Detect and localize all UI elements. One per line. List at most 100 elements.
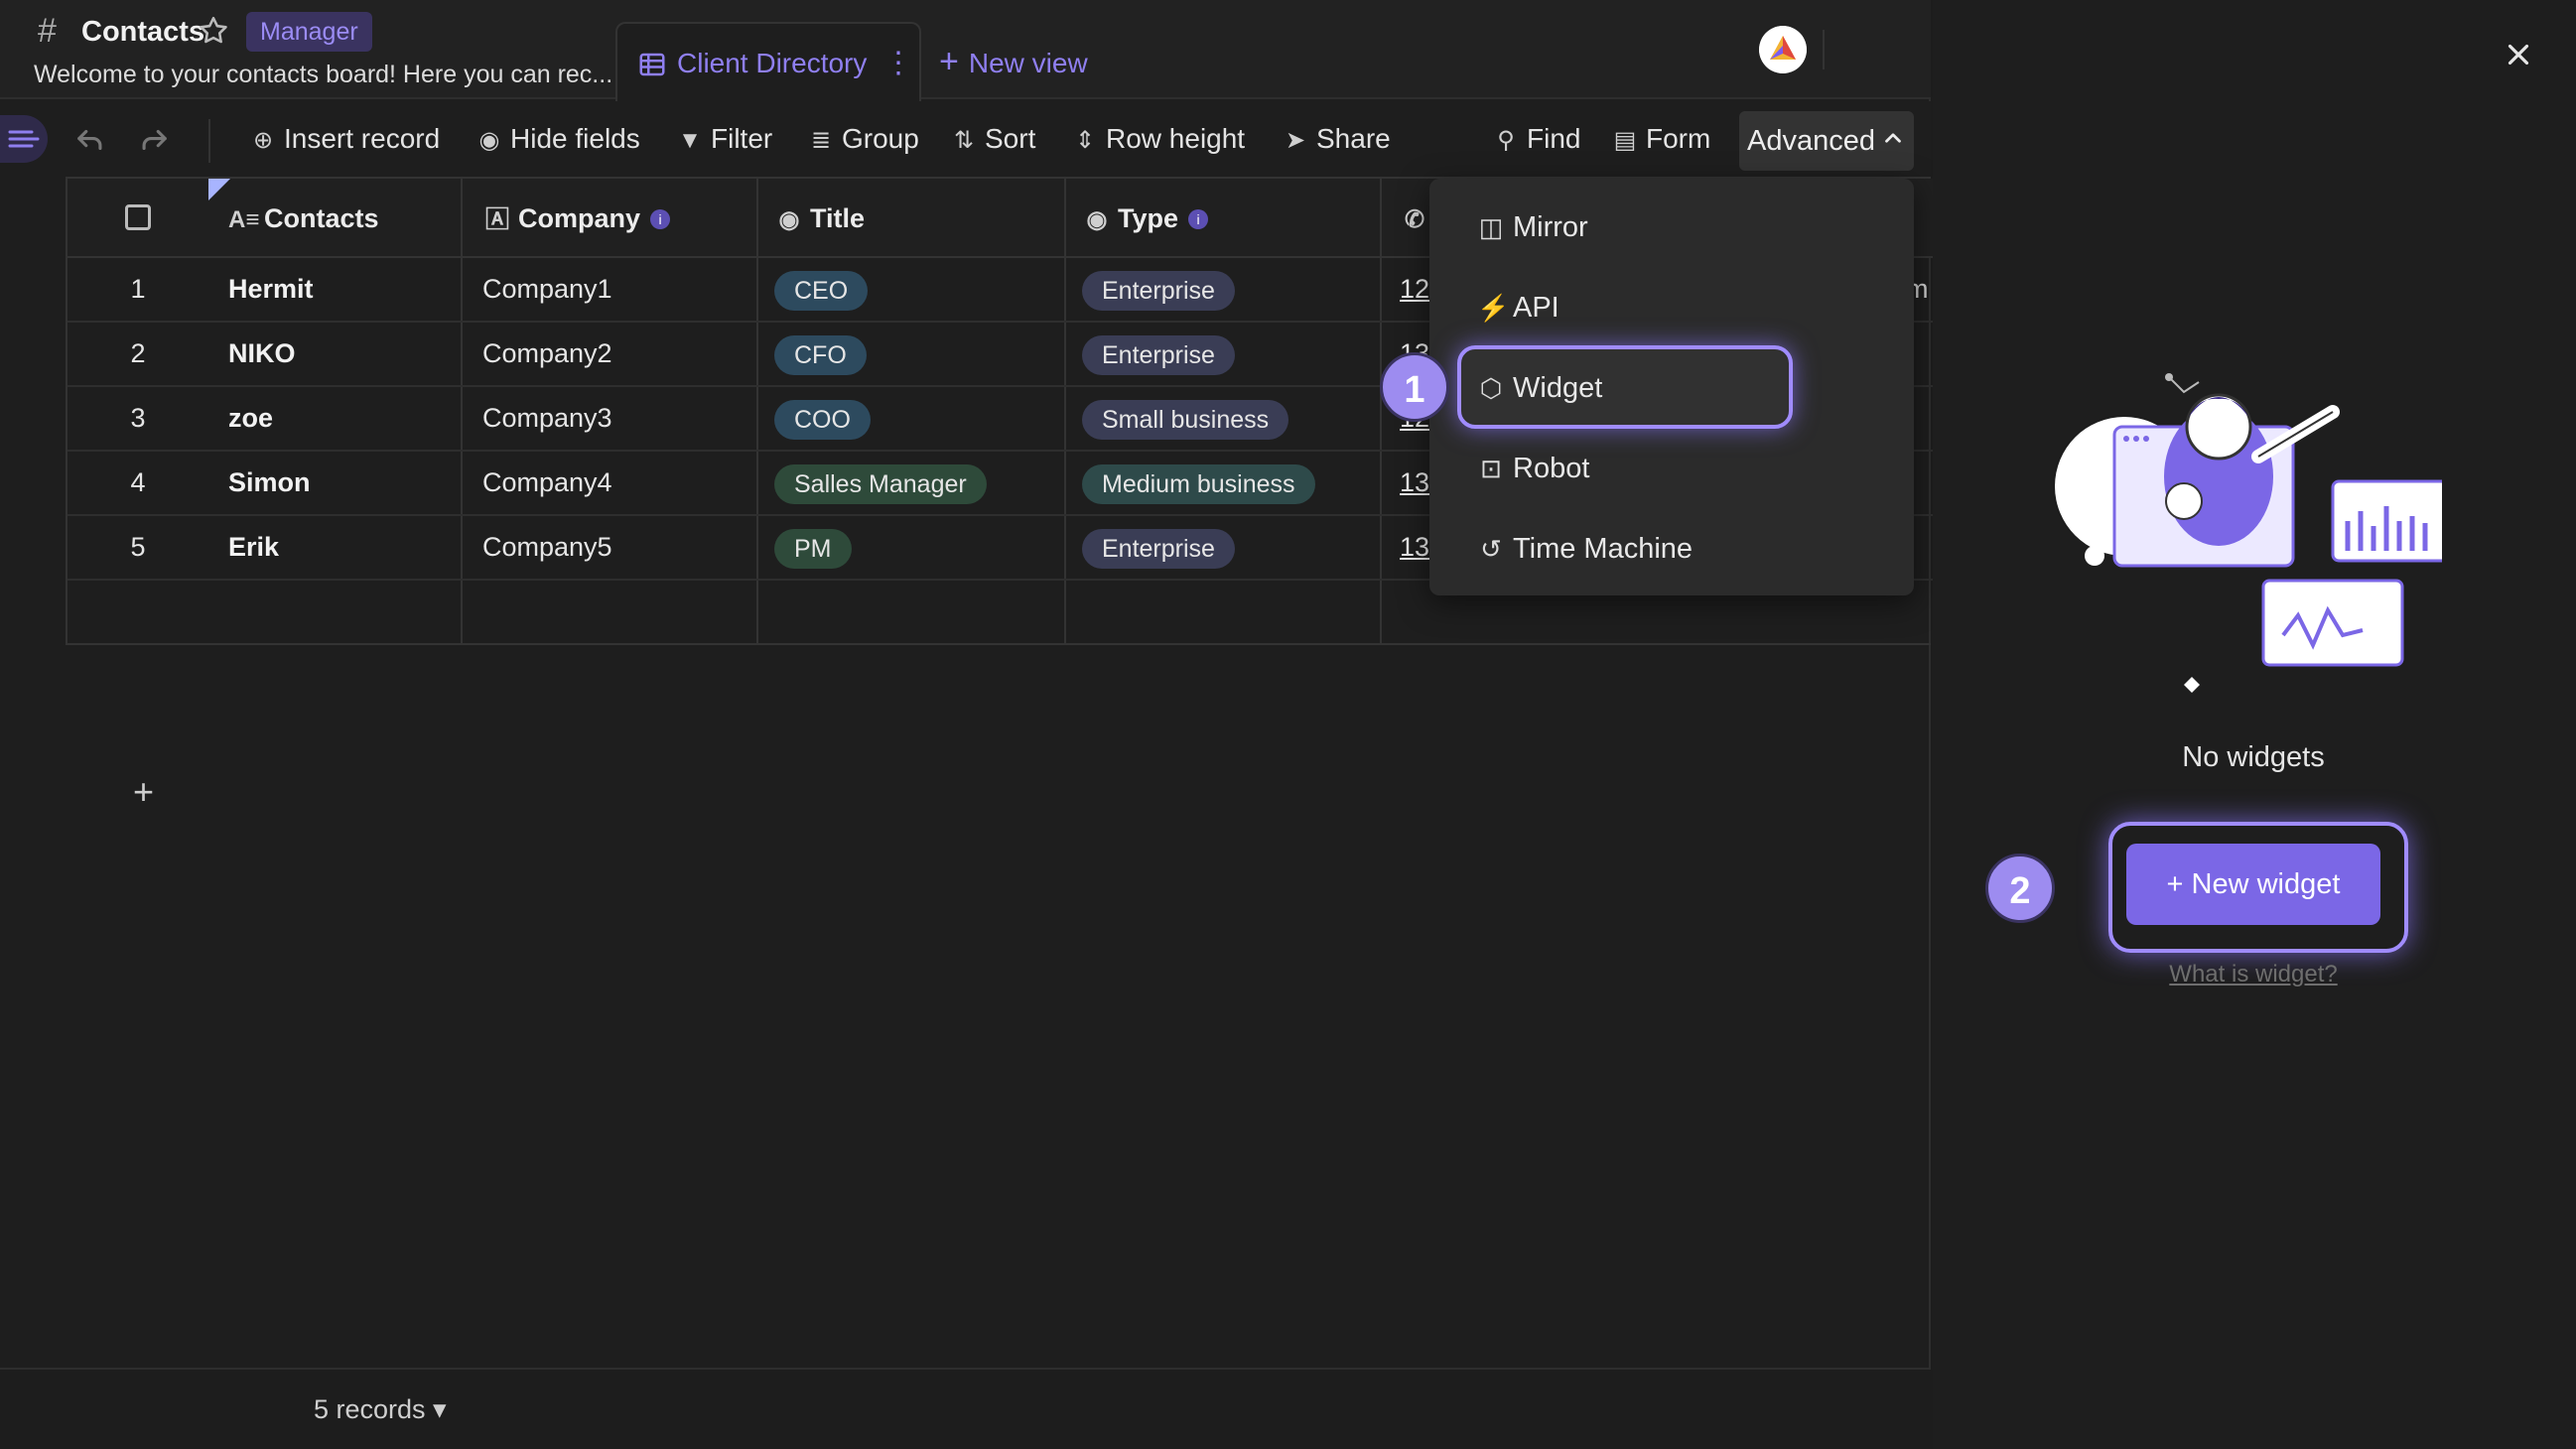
- sort-label: Sort: [985, 123, 1036, 154]
- tab-client-directory[interactable]: Client Directory ⋮: [615, 22, 921, 101]
- hide-fields-button[interactable]: ◉ Hide fields: [476, 119, 640, 159]
- hash-icon: #: [38, 12, 57, 50]
- board-title: Contacts: [81, 16, 205, 48]
- column-label: Company: [518, 203, 641, 233]
- plus-icon: +: [939, 43, 959, 80]
- add-row-button[interactable]: +: [133, 772, 154, 812]
- form-button[interactable]: ▤ Form: [1612, 119, 1711, 159]
- grid-view-icon: [639, 53, 665, 76]
- contact-cell[interactable]: Hermit: [228, 258, 314, 321]
- eye-icon: ◉: [478, 127, 500, 154]
- type-cell[interactable]: Enterprise: [1082, 516, 1235, 579]
- row-height-button[interactable]: ⇕ Row height: [1072, 119, 1245, 159]
- new-view-button[interactable]: + New view: [939, 44, 1088, 81]
- menu-item-api[interactable]: ⚡ API: [1429, 273, 1914, 342]
- company-cell[interactable]: Company5: [482, 516, 612, 579]
- group-label: Group: [842, 123, 919, 154]
- filter-button[interactable]: ▼ Filter: [677, 119, 772, 159]
- sort-button[interactable]: ⇅ Sort: [951, 119, 1035, 159]
- type-cell[interactable]: Enterprise: [1082, 323, 1235, 385]
- star-icon[interactable]: [197, 14, 230, 48]
- info-icon[interactable]: i: [650, 209, 671, 229]
- column-header-contacts[interactable]: A≡ Contacts: [228, 200, 379, 236]
- widget-panel: [1933, 0, 2576, 1449]
- filter-label: Filter: [711, 123, 773, 154]
- tab-label: Client Directory: [677, 48, 868, 78]
- menu-item-mirror[interactable]: ◫ Mirror: [1429, 193, 1914, 262]
- share-button[interactable]: ➤ Share: [1283, 119, 1391, 159]
- title-pill: PM: [774, 528, 852, 569]
- row-number: 3: [130, 403, 146, 433]
- more-icon[interactable]: ⋮: [883, 46, 913, 81]
- new-widget-button[interactable]: + New widget: [2126, 844, 2380, 925]
- group-button[interactable]: ≣ Group: [808, 119, 919, 159]
- type-pill: Medium business: [1082, 463, 1315, 504]
- record-count[interactable]: 5 records ▾: [314, 1391, 447, 1427]
- contact-cell[interactable]: Erik: [228, 516, 279, 579]
- phone-cell[interactable]: 12: [1400, 258, 1429, 321]
- phone-cell[interactable]: 13: [1400, 516, 1429, 579]
- insert-record-label: Insert record: [284, 123, 441, 154]
- form-icon: ▤: [1613, 127, 1637, 154]
- find-button[interactable]: ⚲ Find: [1493, 119, 1580, 159]
- menu-item-label: Robot: [1513, 453, 1590, 484]
- type-cell[interactable]: Enterprise: [1082, 258, 1235, 321]
- app-window: # Contacts Manager Welcome to your conta…: [0, 0, 2576, 1449]
- title-pill: COO: [774, 399, 871, 440]
- type-cell[interactable]: Small business: [1082, 387, 1289, 450]
- title-cell[interactable]: Salles Manager: [774, 452, 987, 514]
- column-header-title[interactable]: ◉ Title: [774, 200, 866, 236]
- avatar[interactable]: [1759, 26, 1807, 73]
- select-field-icon: ◉: [1086, 206, 1108, 233]
- contact-cell[interactable]: NIKO: [228, 323, 296, 385]
- company-cell[interactable]: Company3: [482, 387, 612, 450]
- history-icon: ↺: [1480, 534, 1502, 564]
- row-height-label: Row height: [1106, 123, 1246, 154]
- info-icon[interactable]: i: [1188, 209, 1209, 229]
- company-cell[interactable]: Company2: [482, 323, 612, 385]
- title-cell[interactable]: PM: [774, 516, 852, 579]
- phone-cell[interactable]: 13: [1400, 452, 1429, 514]
- column-label: Type: [1118, 203, 1179, 233]
- share-label: Share: [1316, 123, 1391, 154]
- widget-highlight: [1457, 345, 1793, 429]
- what-is-widget-link[interactable]: What is widget?: [2124, 959, 2382, 990]
- plus-circle-icon: ⊕: [252, 127, 274, 154]
- type-pill: Small business: [1082, 399, 1289, 440]
- menu-item-robot[interactable]: ⊡ Robot: [1429, 434, 1914, 503]
- row-number: 1: [130, 274, 146, 304]
- company-cell[interactable]: Company1: [482, 258, 612, 321]
- contact-cell[interactable]: Simon: [228, 452, 311, 514]
- mirror-icon: ◫: [1478, 212, 1504, 242]
- redo-icon[interactable]: [137, 123, 171, 157]
- advanced-button[interactable]: Advanced: [1739, 111, 1914, 171]
- column-header-company[interactable]: 🄰 Company i: [482, 200, 671, 236]
- select-all-checkbox[interactable]: [125, 204, 151, 230]
- role-badge: Manager: [246, 12, 372, 52]
- menu-item-label: API: [1513, 292, 1559, 324]
- contact-cell[interactable]: zoe: [228, 387, 273, 450]
- undo-icon[interactable]: [73, 123, 107, 157]
- column-header-type[interactable]: ◉ Type i: [1082, 200, 1209, 236]
- toolbar: ⊕ Insert record ◉ Hide fields ▼ Filter ≣ Gro…: [0, 101, 1931, 177]
- type-pill: Enterprise: [1082, 528, 1235, 569]
- find-label: Find: [1527, 123, 1581, 154]
- search-icon: ⚲: [1497, 127, 1515, 154]
- status-bar: 5 records ▾: [0, 1368, 1931, 1449]
- close-icon[interactable]: [2502, 38, 2535, 71]
- advanced-label: Advanced: [1747, 125, 1875, 157]
- phone-icon: ✆: [1404, 206, 1425, 233]
- menu-item-time-machine[interactable]: ↺ Time Machine: [1429, 514, 1914, 584]
- title-cell[interactable]: CEO: [774, 258, 869, 321]
- company-cell[interactable]: Company4: [482, 452, 612, 514]
- text-field-icon: A≡: [228, 206, 260, 233]
- board-header: # Contacts Manager Welcome to your conta…: [0, 0, 1931, 101]
- row-number: 2: [130, 338, 146, 368]
- new-view-label: New view: [968, 48, 1088, 78]
- title-cell[interactable]: COO: [774, 387, 871, 450]
- sidebar-toggle-button[interactable]: [0, 115, 48, 163]
- type-cell[interactable]: Medium business: [1082, 452, 1315, 514]
- title-cell[interactable]: CFO: [774, 323, 867, 385]
- board-description[interactable]: Welcome to your contacts board! Here you…: [34, 58, 612, 91]
- insert-record-button[interactable]: ⊕ Insert record: [250, 119, 440, 159]
